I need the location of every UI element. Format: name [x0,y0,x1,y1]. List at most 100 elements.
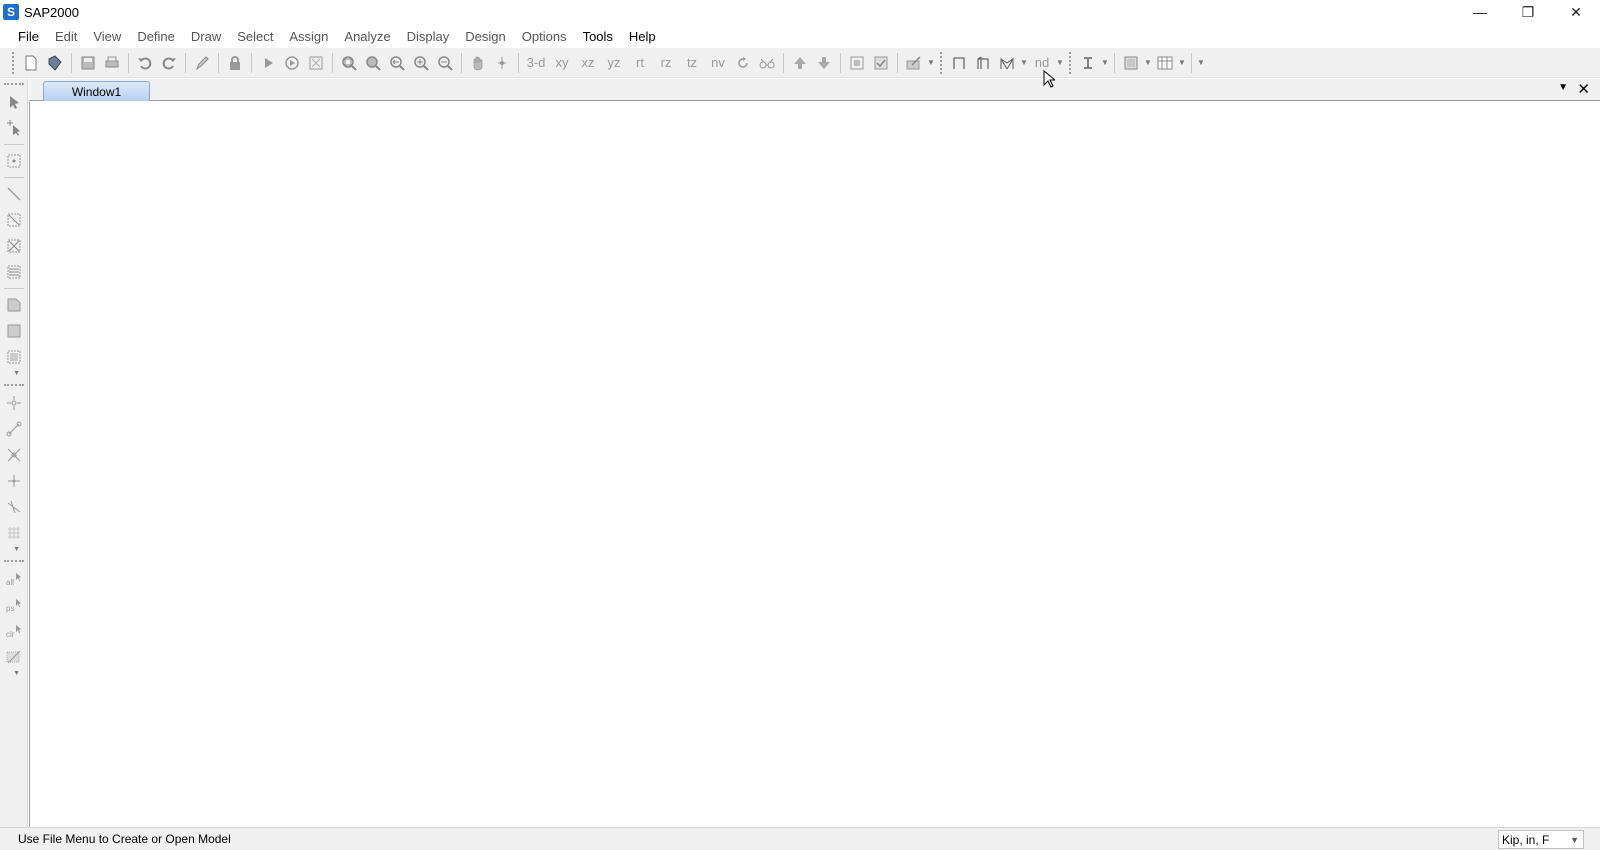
intersecting-line-select-icon[interactable] [2,644,26,670]
toolbar-grip[interactable] [4,560,24,562]
new-model-icon[interactable] [20,52,42,74]
print-icon[interactable] [101,52,123,74]
rubber-band-zoom-icon[interactable] [338,52,360,74]
menu-options[interactable]: Options [514,29,575,44]
redo-icon[interactable] [158,52,180,74]
get-previous-selection-icon[interactable]: ps [2,592,26,618]
close-window-icon[interactable]: ✕ [1577,80,1590,98]
tab-window1[interactable]: Window1 [43,81,150,101]
toolbar-separator [1114,52,1115,73]
toolbar-separator [251,52,252,73]
move-up-icon[interactable] [789,52,811,74]
chevron-down-icon[interactable]: ▼ [1055,58,1065,67]
view-rt-button[interactable]: rt [629,52,651,74]
set-display-options-icon[interactable] [903,52,925,74]
quick-draw-frame-icon[interactable] [2,207,26,233]
snap-to-lines-icon[interactable] [2,494,26,520]
chevron-down-icon[interactable]: ▼ [1143,58,1153,67]
quick-draw-braces-icon[interactable] [2,233,26,259]
draw-rectangular-area-icon[interactable] [2,318,26,344]
snap-to-grid-icon[interactable] [2,520,26,546]
zoom-in-icon[interactable] [410,52,432,74]
draw-frame-cable-icon[interactable] [2,181,26,207]
model-alive-icon[interactable] [305,52,327,74]
toolbar-overflow-chevron-icon[interactable]: ▼ [1196,58,1206,67]
chevron-down-icon[interactable]: ▼ [926,58,936,67]
toolbar-grip[interactable] [4,83,24,85]
previous-zoom-icon[interactable] [386,52,408,74]
view-3d-button[interactable]: 3-d [525,52,547,74]
restore-button[interactable]: ❐ [1504,0,1552,24]
menu-select[interactable]: Select [229,29,281,44]
show-checkmark-icon[interactable] [870,52,892,74]
view-nv-button[interactable]: nv [707,52,729,74]
menu-draw[interactable]: Draw [183,29,229,44]
toolbar-grip[interactable] [1069,51,1072,74]
move-down-icon[interactable] [813,52,835,74]
menu-assign[interactable]: Assign [281,29,336,44]
quick-draw-area-icon[interactable] [2,344,26,370]
view-tz-button[interactable]: tz [681,52,703,74]
view-xy-button[interactable]: xy [551,52,573,74]
menu-display[interactable]: Display [399,29,458,44]
draw-portal-frame-icon[interactable] [972,52,994,74]
pan-hand-icon[interactable] [467,52,489,74]
open-model-icon[interactable] [44,52,66,74]
snap-to-line-ends-icon[interactable] [2,416,26,442]
menu-tools[interactable]: Tools [575,29,621,44]
area-section-icon[interactable] [1120,52,1142,74]
draw-poly-area-icon[interactable] [2,292,26,318]
save-icon[interactable] [77,52,99,74]
table-grid-icon[interactable] [1154,52,1176,74]
pencil-edit-icon[interactable] [191,52,213,74]
draw-frame-icon[interactable] [948,52,970,74]
model-canvas[interactable] [29,102,1600,827]
draw-truss-icon[interactable] [996,52,1018,74]
restore-full-view-icon[interactable] [362,52,384,74]
mouse-cursor-icon [1043,69,1057,91]
units-dropdown[interactable]: Kip, in, F ▼ [1498,830,1584,849]
object-shrink-icon[interactable] [846,52,868,74]
menu-design[interactable]: Design [457,29,513,44]
run-analysis-icon[interactable] [257,52,279,74]
view-rz-button[interactable]: rz [655,52,677,74]
clear-selection-icon[interactable]: clr [2,618,26,644]
menu-view[interactable]: View [85,29,129,44]
lock-icon[interactable] [224,52,246,74]
close-button[interactable]: ✕ [1552,0,1600,24]
snap-to-points-icon[interactable] [2,390,26,416]
view-yz-button[interactable]: yz [603,52,625,74]
view-xz-button[interactable]: xz [577,52,599,74]
toolbar-grip[interactable] [940,51,943,74]
toolbar-grip[interactable] [12,51,15,74]
chevron-down-icon[interactable]: ▼ [0,670,24,680]
undo-icon[interactable] [134,52,156,74]
chevron-down-icon[interactable]: ▼ [0,370,24,380]
window-controls: — ❐ ✕ [1456,0,1600,24]
chevron-down-icon[interactable]: ▼ [1019,58,1029,67]
perspective-toggle-icon[interactable] [756,52,778,74]
snap-to-intersections-icon[interactable] [2,442,26,468]
quick-draw-secondary-beams-icon[interactable] [2,259,26,285]
draw-joint-icon[interactable] [2,148,26,174]
menu-file[interactable]: File [10,29,47,44]
pointer-select-icon[interactable] [2,89,26,115]
toolbar-grip[interactable] [4,384,24,386]
menu-edit[interactable]: Edit [47,29,85,44]
rotate-view-icon[interactable] [732,52,754,74]
menu-analyze[interactable]: Analyze [336,29,398,44]
set-3d-view-icon[interactable] [491,52,513,74]
minimize-button[interactable]: — [1456,0,1504,24]
select-all-icon[interactable]: all [2,566,26,592]
chevron-down-icon[interactable]: ▼ [0,546,24,556]
section-i-beam-icon[interactable] [1077,52,1099,74]
chevron-down-icon[interactable]: ▼ [1177,58,1187,67]
menu-help[interactable]: Help [621,29,664,44]
snap-to-perpendicular-icon[interactable] [2,468,26,494]
menu-define[interactable]: Define [129,29,183,44]
reshape-pointer-icon[interactable] [2,115,26,141]
run-now-icon[interactable] [281,52,303,74]
tab-list-dropdown-icon[interactable]: ▼ [1558,82,1568,93]
chevron-down-icon[interactable]: ▼ [1100,58,1110,67]
zoom-out-icon[interactable] [434,52,456,74]
